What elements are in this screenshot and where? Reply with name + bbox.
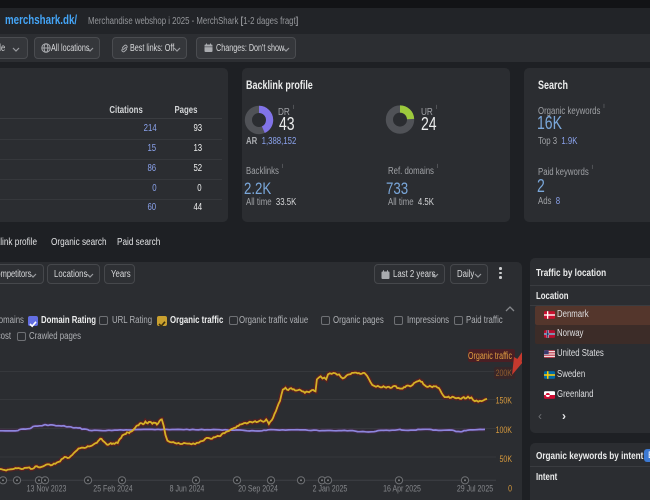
- svg-text:0: 0: [508, 484, 512, 494]
- svg-text:100K: 100K: [496, 425, 512, 435]
- svg-text:16 Apr 2025: 16 Apr 2025: [383, 484, 421, 494]
- svg-text:50K: 50K: [500, 454, 513, 464]
- svg-text:20 Sep 2024: 20 Sep 2024: [238, 484, 278, 494]
- svg-text:150K: 150K: [496, 396, 512, 406]
- svg-text:Organic traffic: Organic traffic: [468, 351, 512, 362]
- svg-text:25 Feb 2024: 25 Feb 2024: [93, 484, 132, 494]
- svg-text:29 Jul 2025: 29 Jul 2025: [457, 484, 493, 494]
- svg-text:8 Jun 2024: 8 Jun 2024: [170, 484, 205, 494]
- svg-text:2 Jan 2025: 2 Jan 2025: [313, 484, 348, 494]
- svg-text:13 Nov 2023: 13 Nov 2023: [27, 484, 67, 494]
